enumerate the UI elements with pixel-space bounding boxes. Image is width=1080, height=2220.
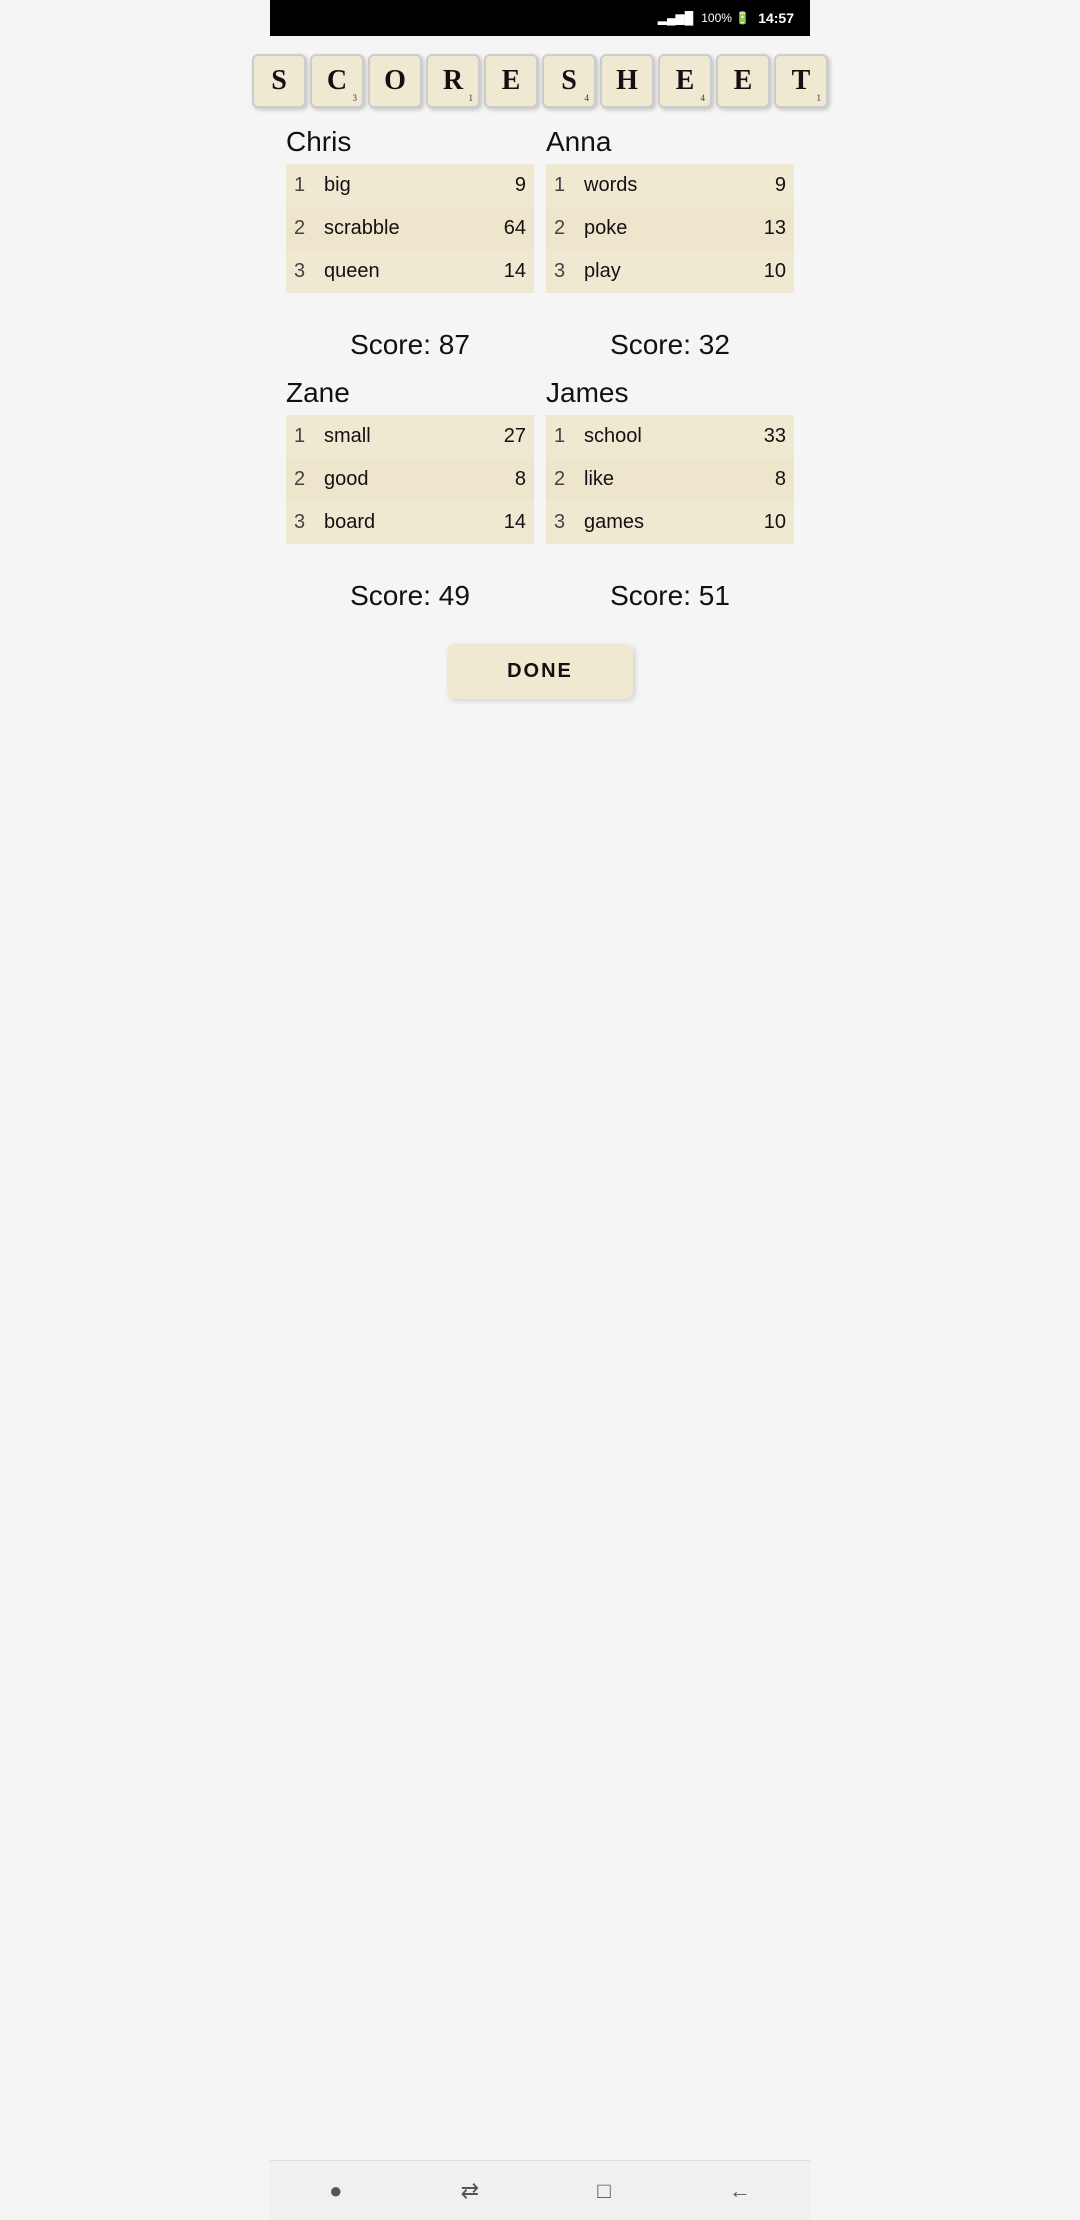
table-row: 3 play 10 (546, 250, 794, 293)
row-score: 33 (754, 415, 794, 458)
row-num: 1 (286, 164, 316, 207)
row-num: 1 (546, 415, 576, 458)
title-tile-e: E (484, 54, 538, 108)
table-row: 1 big 9 (286, 164, 534, 207)
row-word: board (316, 501, 494, 544)
james-score-table: 1 school 33 2 like 8 3 games 10 (546, 415, 794, 544)
row-word: words (576, 164, 754, 207)
row-word: small (316, 415, 494, 458)
title-tile-o: O (368, 54, 422, 108)
chris-name: Chris (286, 126, 534, 158)
chris-total: Score: 87 (286, 301, 534, 377)
zane-score-table: 1 small 27 2 good 8 3 board 14 (286, 415, 534, 544)
done-button[interactable]: DONE (447, 644, 633, 699)
player-chris: Chris 1 big 9 2 scrabble 64 3 queen 14 (286, 126, 534, 293)
title-tile-e: E4 (658, 54, 712, 108)
row-score: 27 (494, 415, 534, 458)
row-word: poke (576, 207, 754, 250)
row-num: 2 (286, 207, 316, 250)
title-tile-e: E (716, 54, 770, 108)
title-tile-r: R1 (426, 54, 480, 108)
table-row: 2 scrabble 64 (286, 207, 534, 250)
table-row: 3 games 10 (546, 501, 794, 544)
row-score: 9 (494, 164, 534, 207)
recent-apps-icon[interactable]: ⇄ (461, 2178, 479, 2204)
row-num: 1 (546, 164, 576, 207)
row-word: games (576, 501, 754, 544)
anna-name: Anna (546, 126, 794, 158)
row-num: 3 (286, 250, 316, 293)
row-num: 2 (286, 458, 316, 501)
row-score: 8 (754, 458, 794, 501)
clock: 14:57 (758, 10, 794, 26)
table-row: 3 queen 14 (286, 250, 534, 293)
title-tile-s: S (252, 54, 306, 108)
row-score: 8 (494, 458, 534, 501)
title-tile-t: T1 (774, 54, 828, 108)
row-score: 64 (494, 207, 534, 250)
table-row: 1 school 33 (546, 415, 794, 458)
zane-total: Score: 49 (286, 552, 534, 628)
row-score: 9 (754, 164, 794, 207)
row-num: 3 (286, 501, 316, 544)
main-content: Chris 1 big 9 2 scrabble 64 3 queen 14 A… (270, 118, 810, 2160)
table-row: 3 board 14 (286, 501, 534, 544)
anna-total: Score: 32 (546, 301, 794, 377)
player-anna: Anna 1 words 9 2 poke 13 3 play 10 (546, 126, 794, 293)
row-word: play (576, 250, 754, 293)
table-row: 1 small 27 (286, 415, 534, 458)
scoresheet-title: SC3OR1ES4HE4ET1 (252, 54, 828, 108)
chris-score-table: 1 big 9 2 scrabble 64 3 queen 14 (286, 164, 534, 293)
row-word: big (316, 164, 494, 207)
row-num: 1 (286, 415, 316, 458)
title-tile-h: H (600, 54, 654, 108)
row-score: 13 (754, 207, 794, 250)
table-row: 2 good 8 (286, 458, 534, 501)
home-icon[interactable]: ● (329, 2178, 342, 2204)
nav-bar: ● ⇄ □ ← (270, 2160, 810, 2220)
player-james: James 1 school 33 2 like 8 3 games 10 (546, 377, 794, 544)
bottom-players-grid: Zane 1 small 27 2 good 8 3 board 14 Jame… (286, 377, 794, 552)
zane-name: Zane (286, 377, 534, 409)
status-bar: ▂▄▆█ 100% 🔋 14:57 (270, 0, 810, 36)
anna-score-table: 1 words 9 2 poke 13 3 play 10 (546, 164, 794, 293)
row-score: 14 (494, 501, 534, 544)
row-word: like (576, 458, 754, 501)
row-num: 2 (546, 458, 576, 501)
row-num: 3 (546, 501, 576, 544)
bottom-scores-row: Score: 49 Score: 51 (286, 552, 794, 628)
row-word: queen (316, 250, 494, 293)
battery-indicator: 100% 🔋 (701, 11, 750, 25)
done-area: DONE (286, 628, 794, 707)
table-row: 2 like 8 (546, 458, 794, 501)
row-score: 10 (754, 250, 794, 293)
row-num: 3 (546, 250, 576, 293)
top-scores-row: Score: 87 Score: 32 (286, 301, 794, 377)
table-row: 2 poke 13 (546, 207, 794, 250)
james-total: Score: 51 (546, 552, 794, 628)
title-tile-c: C3 (310, 54, 364, 108)
row-word: scrabble (316, 207, 494, 250)
title-area: SC3OR1ES4HE4ET1 (270, 36, 810, 118)
player-zane: Zane 1 small 27 2 good 8 3 board 14 (286, 377, 534, 544)
back-icon[interactable]: ← (729, 2178, 751, 2204)
overview-icon[interactable]: □ (597, 2178, 610, 2204)
james-name: James (546, 377, 794, 409)
row-word: good (316, 458, 494, 501)
title-tile-s: S4 (542, 54, 596, 108)
table-row: 1 words 9 (546, 164, 794, 207)
row-score: 10 (754, 501, 794, 544)
signal-icon: ▂▄▆█ (658, 11, 693, 25)
row-word: school (576, 415, 754, 458)
top-players-grid: Chris 1 big 9 2 scrabble 64 3 queen 14 A… (286, 126, 794, 301)
row-score: 14 (494, 250, 534, 293)
row-num: 2 (546, 207, 576, 250)
